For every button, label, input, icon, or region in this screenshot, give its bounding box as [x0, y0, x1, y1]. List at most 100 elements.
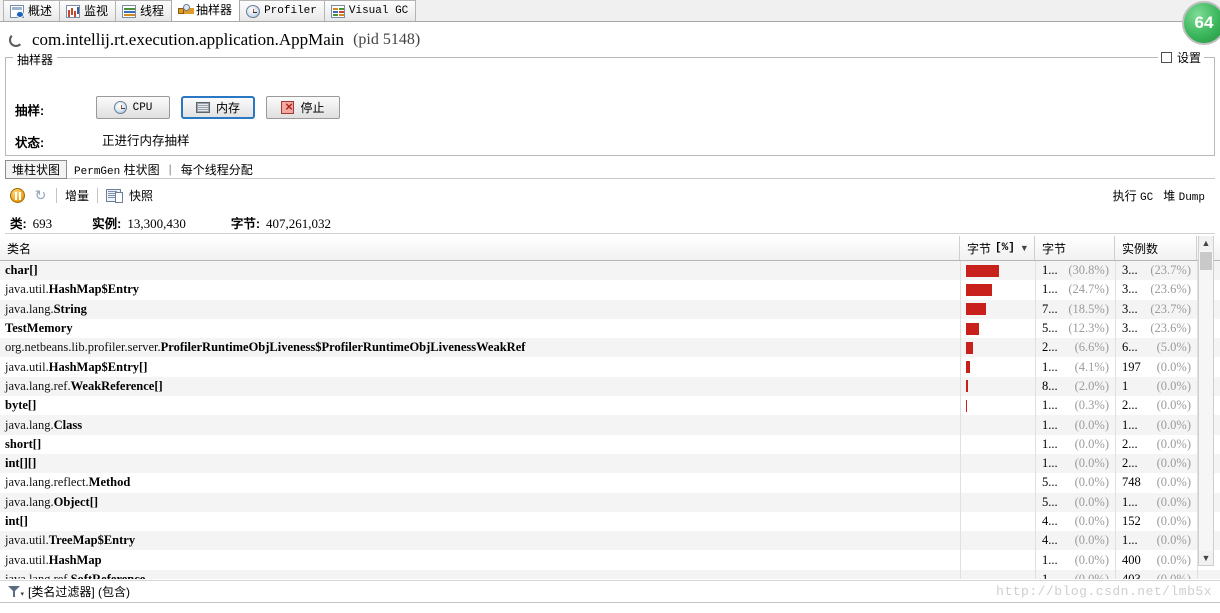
- scroll-down-arrow-icon[interactable]: ▼: [1199, 551, 1213, 565]
- cell-class-name: short[]: [0, 435, 960, 454]
- tab-overview[interactable]: 概述: [3, 0, 61, 21]
- column-header-class-name[interactable]: 类名: [0, 236, 960, 260]
- stat-bytes-label: 字节:: [230, 217, 261, 231]
- cell-class-name: java.lang.ref. WeakReference[]: [0, 377, 960, 396]
- cell-instances-percent: (5.0%): [1156, 340, 1191, 355]
- cell-instances-percent: (0.0%): [1156, 475, 1191, 490]
- class-simple-name: char[]: [5, 263, 38, 278]
- class-name-filter-bar[interactable]: ▾ [类名过滤器] (包含): [0, 580, 1220, 602]
- table-row[interactable]: TestMemory 5... (12.3%) 3... (23.6%): [0, 318, 1220, 339]
- cell-instances-percent: (0.0%): [1156, 494, 1191, 509]
- pause-icon[interactable]: [10, 187, 25, 203]
- perform-gc-button[interactable]: 执行 GC: [1113, 187, 1154, 204]
- snapshot-icon[interactable]: [106, 188, 124, 203]
- table-row[interactable]: java.lang. String 7... (18.5%) 3... (23.7%): [0, 299, 1220, 319]
- memory-sample-label: 内存: [215, 101, 240, 115]
- table-row[interactable]: java.util. HashMap$Entry 1... (24.7%) 3... (2…: [0, 280, 1220, 300]
- cell-instances: 1 (0.0%): [1115, 376, 1197, 397]
- stop-sample-button[interactable]: 停止: [266, 96, 340, 119]
- column-header-bytes-percent-label: 字节: [967, 241, 992, 256]
- table-row[interactable]: java.lang.ref. WeakReference[] 8... (2.0%) 1…: [0, 376, 1220, 397]
- cell-class-name: byte[]: [0, 396, 960, 415]
- subtab-permgen-histogram[interactable]: PermGen 柱状图: [67, 160, 167, 179]
- toolbar-divider-2: [97, 187, 99, 203]
- percent-bar-fill: [966, 264, 999, 277]
- table-row[interactable]: short[] 1... (0.0%) 2... (0.0%): [0, 434, 1220, 454]
- cell-bytes-percent-bar: [960, 338, 1035, 358]
- cell-spacer: [1197, 569, 1220, 579]
- table-row[interactable]: java.lang.ref. SoftReference 1 (0.0%) 403 (0.…: [0, 569, 1220, 579]
- tab-sampler[interactable]: 抽样器: [171, 0, 241, 21]
- cpu-sample-button[interactable]: CPU: [96, 96, 170, 119]
- cell-bytes-percent: (0.0%): [1074, 552, 1109, 567]
- cell-bytes: 1... (30.8%): [1035, 261, 1115, 281]
- heap-dump-button[interactable]: 堆 Dump: [1163, 187, 1205, 204]
- cell-class-name: int[]: [0, 512, 960, 531]
- memory-sample-button[interactable]: 内存: [181, 96, 255, 119]
- cell-class-name: java.util. HashMap: [0, 550, 960, 569]
- cell-instances-value: 403: [1122, 571, 1141, 579]
- cell-bytes-percent-bar: [960, 531, 1035, 551]
- cell-instances: 6... (5.0%): [1115, 338, 1197, 358]
- delta-button[interactable]: 增量: [65, 187, 89, 204]
- class-simple-name: TestMemory: [5, 321, 73, 336]
- table-row[interactable]: char[] 1... (30.8%) 3... (23.7%): [0, 261, 1220, 281]
- cell-bytes-value: 5...: [1042, 321, 1058, 336]
- snapshot-button[interactable]: 快照: [129, 187, 153, 204]
- refresh-icon[interactable]: ↻: [33, 187, 48, 203]
- cell-bytes-value: 1...: [1042, 398, 1058, 413]
- sort-descending-icon[interactable]: ▼: [1020, 243, 1029, 253]
- cell-bytes-percent-bar: [960, 453, 1035, 474]
- stat-bytes-value: 407,261,032: [266, 216, 332, 231]
- table-row[interactable]: int[] 4... (0.0%) 152 (0.0%): [0, 511, 1220, 532]
- table-row[interactable]: java.util. HashMap 1... (0.0%) 400 (0.0%): [0, 550, 1220, 570]
- table-row[interactable]: int[][] 1... (0.0%) 2... (0.0%): [0, 453, 1220, 474]
- scrollbar-thumb[interactable]: [1200, 252, 1212, 270]
- subtab-per-thread-allocation[interactable]: 每个线程分配: [174, 160, 260, 179]
- settings-checkbox[interactable]: [1160, 52, 1172, 63]
- tab-profiler[interactable]: Profiler: [239, 0, 325, 21]
- table-row[interactable]: java.lang. Class 1... (0.0%) 1... (0.0%): [0, 415, 1220, 435]
- column-header-bytes-label: 字节: [1042, 241, 1067, 256]
- filter-funnel-icon[interactable]: ▾: [8, 585, 24, 598]
- filter-placeholder-text: [类名过滤器] (包含): [28, 585, 130, 599]
- tab-threads[interactable]: 线程: [115, 0, 173, 21]
- status-value: 正进行内存抽样: [102, 134, 190, 148]
- cell-bytes-percent: (0.0%): [1074, 417, 1109, 432]
- table-row[interactable]: java.lang.reflect. Method 5... (0.0%) 748 (0.…: [0, 473, 1220, 493]
- settings-toggle[interactable]: 设置: [1157, 49, 1204, 66]
- cell-bytes-percent: (0.0%): [1074, 514, 1109, 528]
- cell-bytes: 7... (18.5%): [1035, 299, 1115, 319]
- table-row[interactable]: byte[] 1... (0.3%) 2... (0.0%): [0, 396, 1220, 416]
- scroll-up-arrow-icon[interactable]: ▲: [1199, 236, 1213, 250]
- cell-bytes: 8... (2.0%): [1035, 376, 1115, 397]
- column-header-instances[interactable]: 实例数: [1115, 236, 1197, 260]
- window-bottom-edge: [0, 602, 1220, 613]
- cell-bytes: 5... (0.0%): [1035, 492, 1115, 512]
- table-row[interactable]: java.util. HashMap$Entry[] 1... (4.1%) 197 (0…: [0, 357, 1220, 377]
- subtab-heap-histogram[interactable]: 堆柱状图: [5, 159, 68, 179]
- cell-bytes-value: 1...: [1042, 359, 1058, 374]
- tab-monitor[interactable]: 监视: [59, 0, 117, 21]
- tab-monitor-label: 监视: [84, 3, 109, 18]
- cell-bytes-percent: (0.0%): [1074, 494, 1109, 509]
- application-pid: (pid 5148): [353, 31, 421, 48]
- table-row[interactable]: org.netbeans.lib.profiler.server. Profile…: [0, 338, 1220, 358]
- table-vertical-scrollbar[interactable]: ▲ ▼: [1198, 236, 1214, 566]
- cell-bytes-value: 1...: [1042, 552, 1058, 567]
- overview-icon: [10, 4, 24, 18]
- cell-instances-percent: (23.7%): [1150, 301, 1191, 316]
- cell-instances-value: 400: [1122, 552, 1141, 567]
- column-header-bytes-percent[interactable]: 字节 [%] ▼: [960, 236, 1035, 260]
- table-row[interactable]: java.util. TreeMap$Entry 4... (0.0%) 1... (0.…: [0, 531, 1220, 551]
- table-row[interactable]: java.lang. Object[] 5... (0.0%) 1... (0.0%): [0, 492, 1220, 512]
- column-header-bytes[interactable]: 字节: [1035, 236, 1115, 260]
- tab-visual-gc-label: Visual GC: [348, 4, 409, 17]
- cell-bytes-percent-bar: [960, 357, 1035, 377]
- perform-gc-label: 执行: [1112, 188, 1137, 203]
- cell-bytes: 1... (0.0%): [1035, 434, 1115, 454]
- class-simple-name: String: [53, 301, 87, 316]
- cell-bytes-value: 1...: [1042, 282, 1058, 297]
- tab-visual-gc[interactable]: Visual GC: [323, 0, 417, 21]
- cell-bytes-value: 5...: [1042, 475, 1058, 490]
